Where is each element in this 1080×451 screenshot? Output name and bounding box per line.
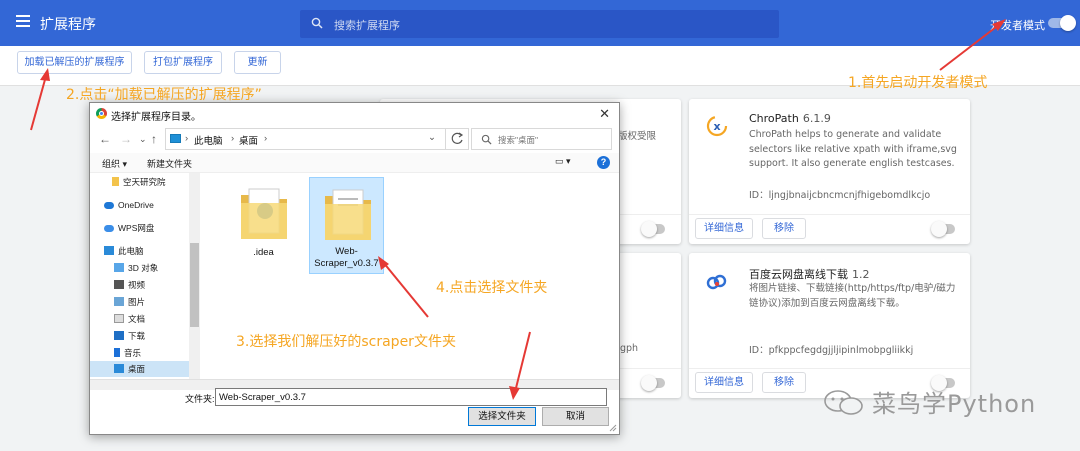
folder-name-field[interactable]: [215, 388, 607, 406]
cancel-button[interactable]: 取消: [542, 407, 609, 426]
app-header: 扩展程序 搜索扩展程序 开发者模式: [0, 0, 1080, 46]
nav-scrollbar[interactable]: [189, 173, 200, 379]
dialog-command-bar: 组织 ▾ 新建文件夹 ▭ ▾ ?: [90, 153, 619, 173]
folder-icon: [112, 177, 119, 186]
nav-item[interactable]: 桌面: [90, 361, 189, 377]
search-icon: [481, 134, 492, 145]
extension-description: 将图片链接、下载链接(http/https/ftp/电驴/磁力链协议)添加到百度…: [749, 283, 956, 309]
extension-description: ChroPath helps to generate and validate …: [749, 129, 957, 169]
extension-name: 百度云网盘离线下载: [749, 268, 848, 281]
folder-icon: [241, 188, 287, 239]
pack-extension-button[interactable]: 打包扩展程序: [144, 51, 222, 74]
breadcrumb-item[interactable]: 此电脑: [194, 133, 223, 147]
annotation-step2: 2.点击“加载已解压的扩展程序”: [66, 87, 262, 103]
svg-text:x: x: [713, 120, 720, 133]
extension-id: ID：pfkppcfegdgjjljipinlmobpgliikkj: [749, 345, 914, 356]
navigation-pane: 空天研究院 OneDrive WPS网盘 此电脑 3D 对象 视频 图片 文档 …: [90, 173, 200, 379]
folder-item-selected[interactable]: Web-Scraper_v0.3.7: [309, 177, 384, 274]
update-button[interactable]: 更新: [234, 51, 281, 74]
annotation-step3: 3.选择我们解压好的scraper文件夹: [236, 334, 456, 350]
extension-version: 6.1.9: [802, 112, 831, 125]
back-arrow-icon[interactable]: ←: [99, 132, 111, 146]
address-bar[interactable]: › 此电脑 › 桌面 › ⌄: [165, 128, 469, 150]
extension-card-chropath: x ChroPath 6.1.9 ChroPath helps to genera…: [689, 99, 970, 244]
close-icon[interactable]: ✕: [599, 106, 610, 122]
address-dropdown-icon[interactable]: ⌄: [428, 132, 436, 143]
extension-id: ID：ljngjbnaijcbncmcnjfhigebomdlkcjo: [749, 190, 931, 201]
organize-menu[interactable]: 组织 ▾: [102, 157, 127, 170]
cloud-icon: [104, 225, 114, 232]
chropath-logo-icon: x: [706, 115, 728, 137]
extension-toggle[interactable]: [931, 221, 955, 237]
baidu-cloud-logo-icon: [706, 274, 727, 290]
nav-item[interactable]: OneDrive: [104, 197, 154, 213]
details-button[interactable]: 详细信息: [695, 218, 753, 239]
dialog-search-placeholder: 搜索"桌面": [498, 135, 539, 145]
up-arrow-icon[interactable]: ↑: [151, 132, 157, 146]
extension-version: 1.2: [852, 268, 870, 281]
music-icon: [114, 348, 120, 357]
dialog-search-input[interactable]: 搜索"桌面": [471, 128, 612, 150]
remove-button[interactable]: 移除: [762, 218, 806, 239]
nav-item[interactable]: 音乐: [114, 345, 141, 361]
remove-button[interactable]: 移除: [762, 372, 806, 393]
cloud-icon: [104, 202, 114, 209]
breadcrumb-item[interactable]: 桌面: [239, 133, 258, 147]
cube-icon: [114, 263, 124, 272]
load-unpacked-button[interactable]: 加载已解压的扩展程序: [17, 51, 132, 74]
folder-icon: [325, 189, 371, 240]
watermark: 菜鸟学Python: [872, 390, 1037, 418]
picture-icon: [114, 297, 124, 306]
partial-desc: gph: [620, 343, 639, 354]
help-icon[interactable]: ?: [597, 156, 610, 169]
nav-item[interactable]: 此电脑: [104, 243, 144, 259]
hamburger-menu-icon[interactable]: [16, 15, 30, 27]
annotation-step1: 1.首先启动开发者模式: [848, 75, 988, 91]
file-label: Web-Scraper_v0.3.7: [314, 246, 379, 269]
search-input[interactable]: 搜索扩展程序: [300, 10, 779, 38]
chrome-icon: [96, 108, 107, 119]
nav-item[interactable]: 3D 对象: [114, 260, 158, 276]
folder-item[interactable]: .idea: [226, 177, 301, 269]
folder-name-row: 文件夹:: [90, 386, 619, 408]
desktop-icon: [114, 364, 124, 373]
select-folder-button[interactable]: 选择文件夹: [468, 407, 536, 426]
download-icon: [114, 331, 124, 340]
dialog-title: 选择扩展程序目录。: [111, 112, 201, 123]
dialog-nav-row: ← → ⌄ ↑ › 此电脑 › 桌面 › ⌄ 搜索"桌面": [90, 125, 619, 153]
recent-dropdown-icon[interactable]: ⌄: [139, 134, 147, 145]
details-button[interactable]: 详细信息: [695, 372, 753, 393]
forward-arrow-icon[interactable]: →: [120, 132, 132, 146]
computer-icon: [104, 246, 114, 255]
new-folder-button[interactable]: 新建文件夹: [147, 157, 192, 170]
devmode-label: 开发者模式: [990, 19, 1045, 32]
refresh-icon[interactable]: [445, 128, 469, 150]
nav-item[interactable]: 文档: [114, 311, 145, 327]
folder-name-label: 文件夹:: [185, 394, 215, 404]
devmode-toggle[interactable]: [1048, 15, 1076, 31]
nav-item[interactable]: 图片: [114, 294, 145, 310]
dialog-titlebar: 选择扩展程序目录。 ✕: [90, 103, 619, 125]
resize-grip-icon[interactable]: [609, 424, 617, 432]
video-icon: [114, 280, 124, 289]
nav-item[interactable]: 空天研究院: [112, 174, 166, 190]
nav-item[interactable]: 视频: [114, 277, 145, 293]
extension-toggle[interactable]: [641, 375, 665, 391]
search-placeholder: 搜索扩展程序: [334, 19, 400, 32]
partial-desc: 版权受限: [618, 131, 657, 142]
nav-item[interactable]: WPS网盘: [104, 220, 154, 236]
file-label: .idea: [253, 247, 274, 258]
extension-toggle[interactable]: [641, 221, 665, 237]
nav-item[interactable]: 下载: [114, 328, 145, 344]
annotation-step4: 4.点击选择文件夹: [436, 280, 548, 296]
extension-card-baidu: 百度云网盘离线下载 1.2 将图片链接、下载链接(http/https/ftp/电…: [689, 253, 970, 398]
search-icon: [311, 17, 323, 29]
extension-name: ChroPath: [749, 112, 799, 125]
computer-icon: [170, 134, 181, 143]
view-options-icon[interactable]: ▭ ▾: [555, 156, 571, 167]
page-title: 扩展程序: [40, 17, 96, 33]
document-icon: [114, 314, 124, 323]
wechat-icon: [824, 390, 863, 415]
folder-picker-dialog: 选择扩展程序目录。 ✕ ← → ⌄ ↑ › 此电脑 › 桌面 › ⌄ 搜索"桌面…: [89, 102, 620, 435]
